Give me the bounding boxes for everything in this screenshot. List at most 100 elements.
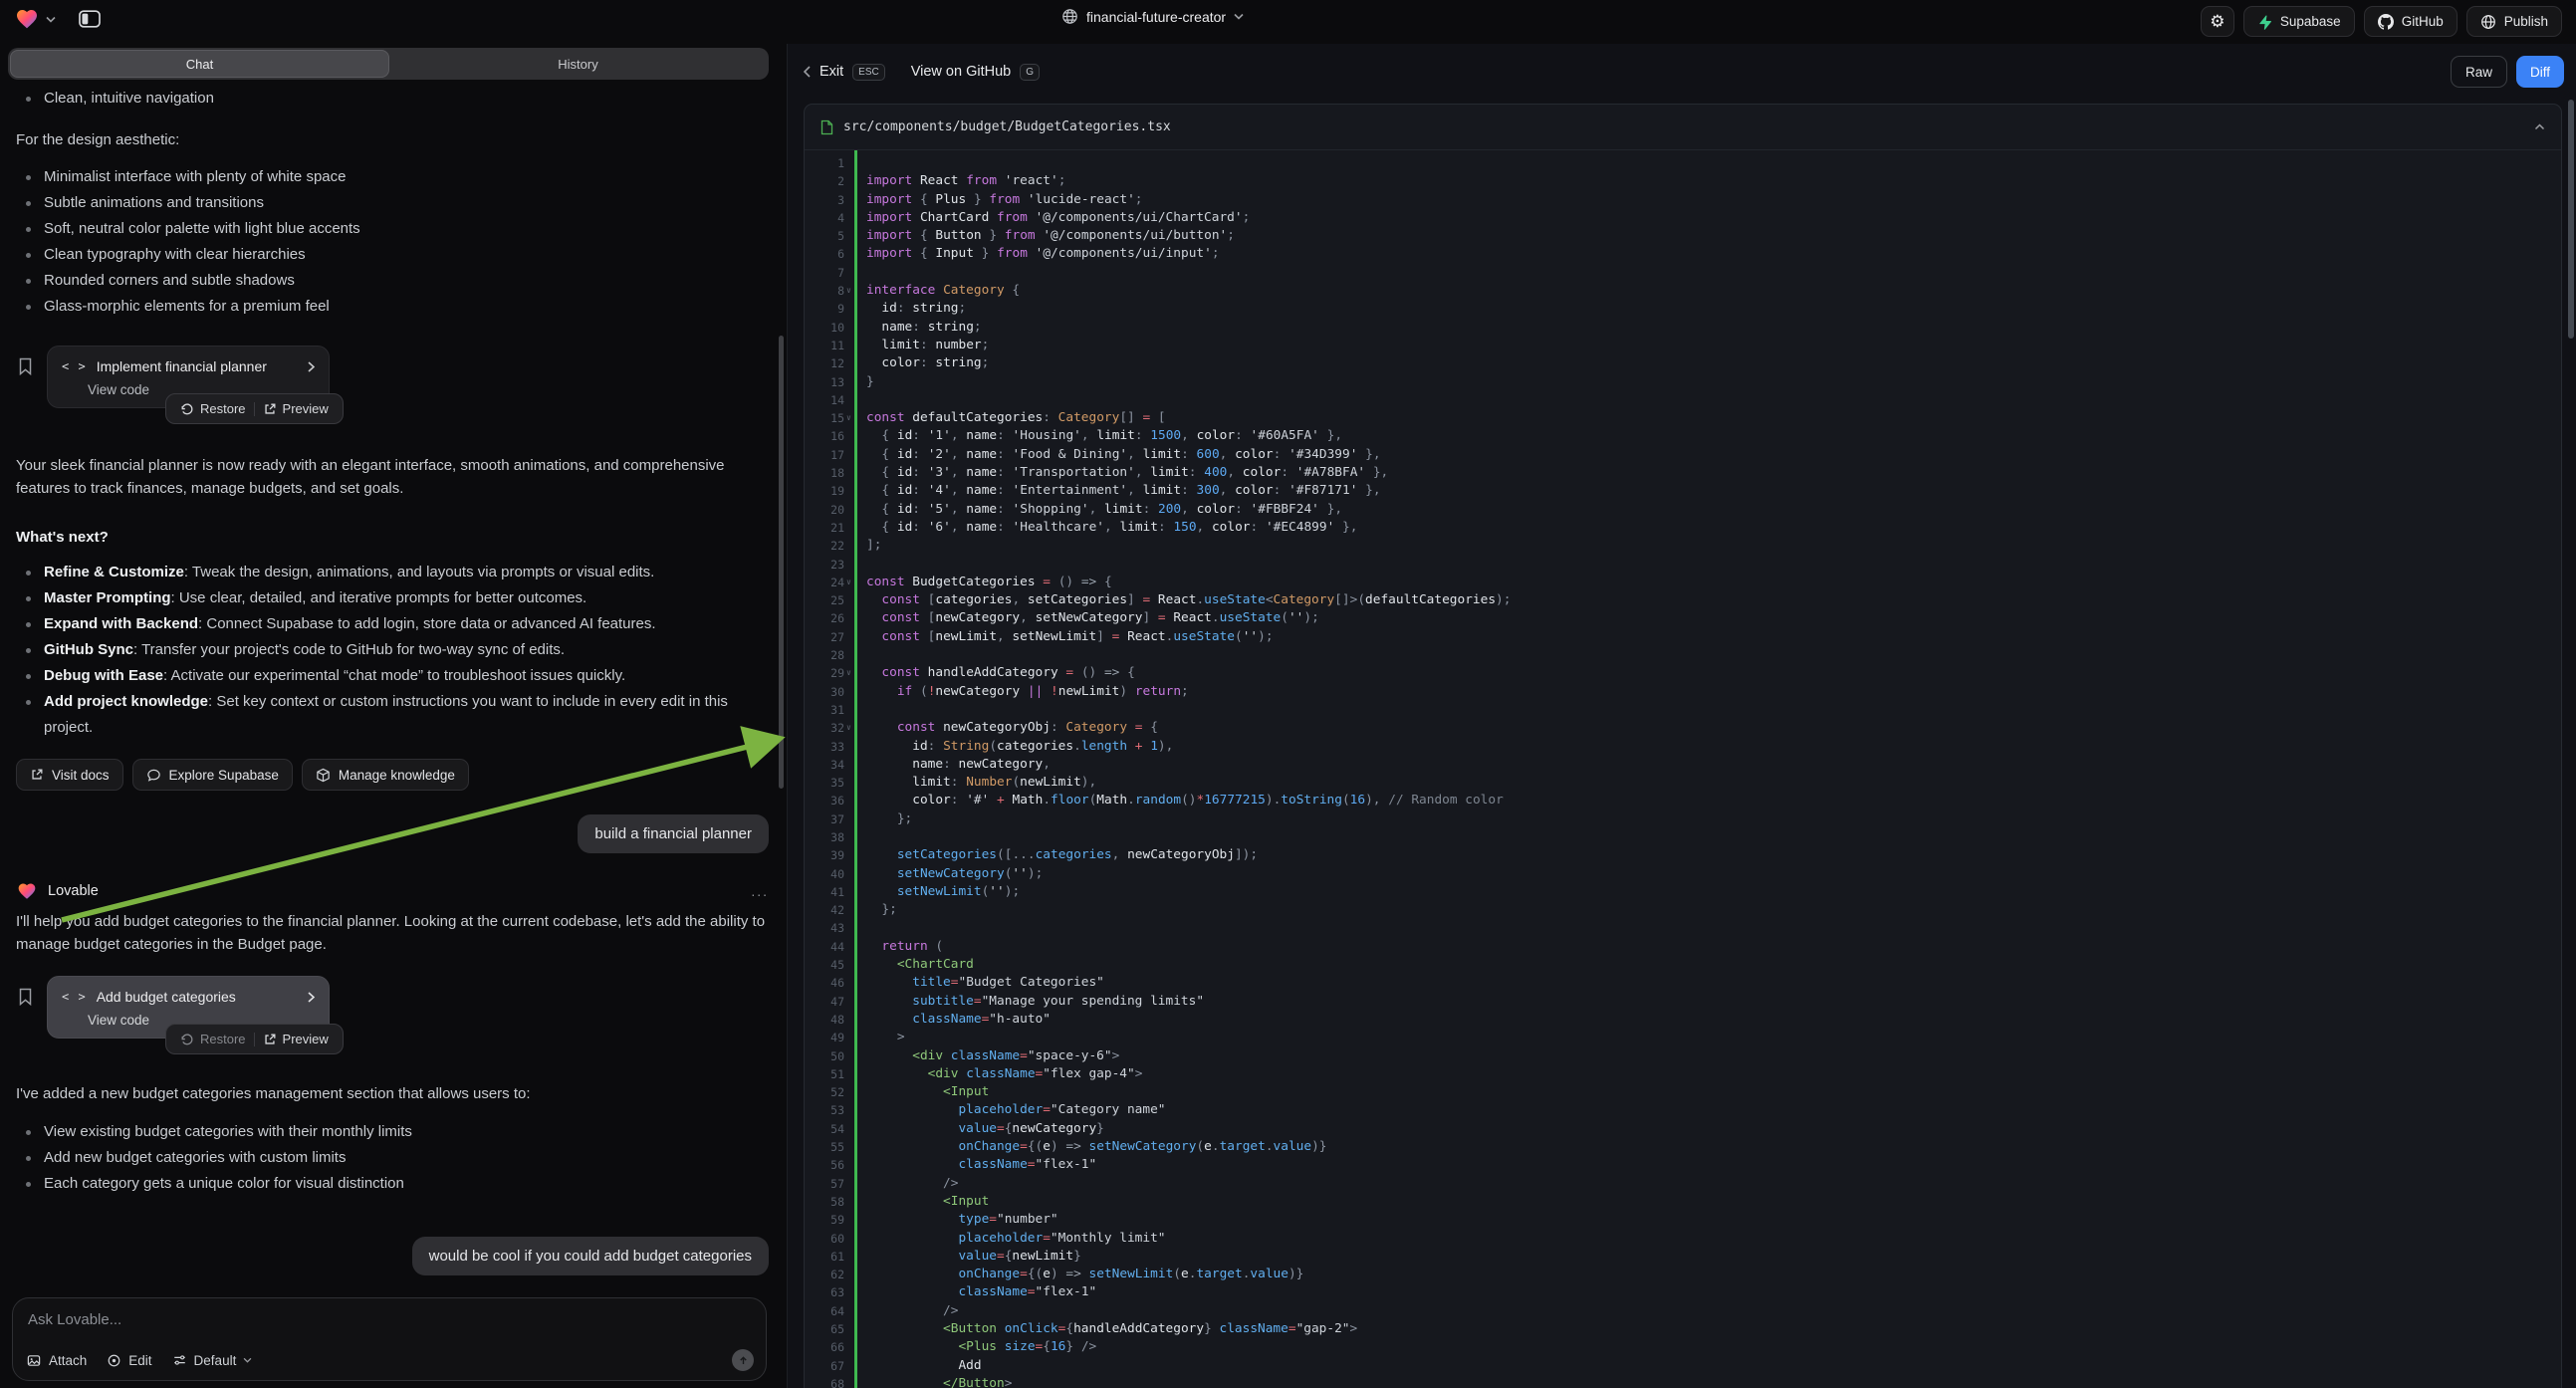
line-number: 29	[805, 664, 844, 682]
list-item: Debug with Ease: Activate our experiment…	[16, 663, 769, 689]
added-features-list: View existing budget categories with the…	[16, 1119, 769, 1197]
design-heading: For the design aesthetic:	[16, 128, 769, 151]
whats-next-heading: What's next?	[16, 526, 769, 549]
tab-history[interactable]: History	[389, 50, 767, 78]
lovable-avatar	[16, 881, 38, 901]
chat-history-tabs: Chat History	[8, 48, 769, 80]
code-line: 21 { id: '6', name: 'Healthcare', limit:…	[805, 519, 2561, 537]
line-number: 20	[805, 501, 844, 519]
line-number: 10	[805, 319, 844, 337]
bookmark-icon[interactable]	[18, 357, 33, 408]
line-number: 67	[805, 1357, 844, 1375]
restore-button[interactable]: Restore	[176, 399, 250, 418]
list-item: GitHub Sync: Transfer your project's cod…	[16, 637, 769, 663]
code-line: 60 placeholder="Monthly limit"	[805, 1230, 2561, 1248]
code-line: 24∨const BudgetCategories = () => {	[805, 574, 2561, 591]
code-line: 28	[805, 646, 2561, 664]
diff-toggle-button[interactable]: Diff	[2516, 56, 2564, 88]
external-link-icon	[263, 1033, 277, 1046]
line-number: 8	[805, 282, 844, 300]
code-change-card-implement-planner[interactable]: < > Implement financial planner View cod…	[47, 346, 330, 408]
settings-gear-button[interactable]: ⚙	[2201, 6, 2234, 37]
send-button[interactable]	[732, 1349, 754, 1371]
code-line: 26 const [newCategory, setNewCategory] =…	[805, 609, 2561, 627]
code-line: 18 { id: '3', name: 'Transportation', li…	[805, 464, 2561, 482]
line-number: 19	[805, 482, 844, 500]
line-number: 2	[805, 172, 844, 190]
visit-docs-button[interactable]: Visit docs	[16, 759, 123, 791]
target-icon	[107, 1353, 121, 1368]
raw-toggle-button[interactable]: Raw	[2451, 56, 2507, 88]
project-switcher[interactable]: financial-future-creator	[1061, 8, 1244, 25]
code-line: 31	[805, 701, 2561, 719]
mode-select[interactable]: Default	[172, 1353, 253, 1368]
chevron-left-icon	[804, 66, 811, 78]
bookmark-icon[interactable]	[18, 988, 33, 1039]
line-number: 44	[805, 938, 844, 956]
line-number: 28	[805, 646, 844, 664]
code-line: 7	[805, 264, 2561, 282]
tab-chat[interactable]: Chat	[10, 50, 389, 78]
supabase-button[interactable]: Supabase	[2243, 6, 2355, 37]
design-bullet-list: Minimalist interface with plenty of whit…	[16, 164, 769, 320]
code-line: 57 />	[805, 1175, 2561, 1193]
card-title: Add budget categories	[97, 989, 298, 1005]
lovable-logo-heart-icon[interactable]	[14, 7, 40, 31]
quick-actions: Visit docs Explore Supabase Manage knowl…	[16, 759, 769, 791]
code-change-card-add-budget-categories[interactable]: < > Add budget categories View code Rest…	[47, 976, 330, 1039]
exit-button[interactable]: Exit ESC	[804, 64, 885, 81]
list-item: View existing budget categories with the…	[16, 1119, 769, 1145]
preview-button[interactable]: Preview	[259, 399, 333, 418]
code-line: 19 { id: '4', name: 'Entertainment', lim…	[805, 482, 2561, 500]
code-line: 29∨ const handleAddCategory = () => {	[805, 664, 2561, 682]
chat-scrollbar-thumb[interactable]	[779, 336, 784, 789]
file-card-header[interactable]: src/components/budget/BudgetCategories.t…	[805, 105, 2561, 150]
line-number: 21	[805, 519, 844, 537]
edit-button[interactable]: Edit	[107, 1353, 151, 1368]
list-item: Each category gets a unique color for vi…	[16, 1171, 769, 1197]
line-number: 30	[805, 683, 844, 701]
list-item: Glass-morphic elements for a premium fee…	[16, 294, 769, 320]
chevron-up-icon[interactable]	[2534, 123, 2545, 130]
code-line: 45 <ChartCard	[805, 956, 2561, 974]
list-item: Subtle animations and transitions	[16, 190, 769, 216]
line-number: 54	[805, 1120, 844, 1138]
manage-knowledge-button[interactable]: Manage knowledge	[302, 759, 469, 791]
view-on-github-button[interactable]: View on GitHub G	[911, 64, 1040, 81]
line-number: 63	[805, 1283, 844, 1301]
line-number: 60	[805, 1230, 844, 1248]
chat-bubble-icon	[146, 768, 161, 783]
supabase-label: Supabase	[2280, 14, 2341, 29]
ready-paragraph: Your sleek financial planner is now read…	[16, 454, 769, 500]
explore-supabase-button[interactable]: Explore Supabase	[132, 759, 293, 791]
code-line: 8∨interface Category {	[805, 282, 2561, 300]
code-panel-header: Exit ESC View on GitHub G Raw Diff	[788, 44, 2576, 100]
message-menu-ellipsis[interactable]: ...	[751, 883, 769, 899]
line-number: 25	[805, 591, 844, 609]
code-line: 40 setNewCategory('');	[805, 865, 2561, 883]
sidebar-toggle-button[interactable]	[78, 9, 102, 29]
package-icon	[316, 768, 331, 783]
line-number: 56	[805, 1156, 844, 1174]
github-button[interactable]: GitHub	[2364, 6, 2458, 37]
code-line: 12 color: string;	[805, 354, 2561, 372]
g-key-badge: G	[1020, 64, 1040, 81]
line-number: 49	[805, 1029, 844, 1046]
chevron-down-icon[interactable]	[46, 16, 56, 23]
code-line: 33 id: String(categories.length + 1),	[805, 738, 2561, 756]
preview-button[interactable]: Preview	[259, 1030, 333, 1048]
code-line: 34 name: newCategory,	[805, 756, 2561, 774]
composer: Attach Edit Default	[12, 1297, 767, 1381]
code-line: 42 };	[805, 901, 2561, 919]
publish-button[interactable]: Publish	[2466, 6, 2562, 37]
code-line: 56 className="flex-1"	[805, 1156, 2561, 1174]
code-editor[interactable]: 12import React from 'react';3import { Pl…	[805, 150, 2561, 1388]
attach-button[interactable]: Attach	[26, 1353, 87, 1368]
code-scrollbar-thumb[interactable]	[2568, 100, 2574, 339]
code-line: 2import React from 'react';	[805, 172, 2561, 190]
line-number: 23	[805, 556, 844, 574]
line-number: 4	[805, 209, 844, 227]
chat-input[interactable]	[28, 1311, 751, 1328]
restore-button[interactable]: Restore	[176, 1030, 250, 1048]
code-icon: < >	[62, 990, 87, 1004]
